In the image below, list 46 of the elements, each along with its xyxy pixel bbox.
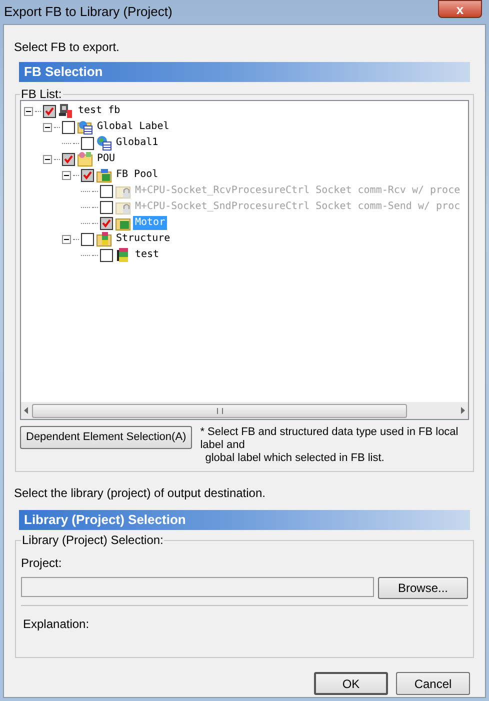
tree-item[interactable]: Global1 — [114, 136, 160, 150]
tree-item[interactable]: Global Label — [95, 120, 172, 134]
instruction-text: Select the library (project) of output destination. — [13, 485, 266, 502]
collapse-toggle[interactable] — [62, 234, 71, 244]
note-text: global label which selected in FB list. — [204, 452, 386, 465]
collapse-toggle[interactable] — [24, 106, 33, 116]
checkbox[interactable] — [62, 152, 75, 166]
tree-item[interactable]: FB Pool — [114, 168, 160, 182]
checkbox[interactable] — [100, 248, 113, 262]
checkbox[interactable] — [81, 232, 94, 246]
tree-item[interactable]: test — [133, 248, 162, 262]
group-label: FB List: — [20, 88, 63, 100]
instruction-text: Select FB to export. — [13, 39, 120, 56]
section-header: FB Selection — [19, 62, 470, 82]
section-header: Library (Project) Selection — [19, 510, 470, 530]
window-title: Export FB to Library (Project) — [4, 3, 172, 22]
project-field[interactable] — [21, 577, 374, 597]
checkbox[interactable] — [81, 136, 94, 150]
horizontal-scrollbar[interactable] — [21, 402, 468, 419]
scroll-right-icon[interactable] — [461, 407, 465, 414]
computer-icon — [58, 103, 74, 119]
browse-button[interactable]: Browse... — [378, 577, 468, 599]
group-label: Library (Project) Selection: — [21, 534, 164, 546]
ok-button[interactable]: OK — [314, 672, 388, 695]
folder-block-icon — [96, 167, 112, 183]
tree-item[interactable]: test fb — [76, 104, 122, 118]
tree-item[interactable]: POU — [95, 152, 118, 166]
close-button[interactable]: x — [438, 0, 482, 18]
field-label: Explanation: — [22, 616, 90, 633]
checkbox[interactable] — [62, 120, 75, 134]
checkbox[interactable] — [81, 168, 94, 182]
cancel-button[interactable]: Cancel — [396, 672, 470, 695]
folder-globe-icon — [77, 119, 93, 135]
folder-stack-icon — [96, 231, 112, 247]
scroll-left-icon[interactable] — [24, 407, 28, 414]
globe-table-icon — [96, 135, 112, 151]
tree-item[interactable]: Structure — [114, 232, 172, 246]
checkbox[interactable] — [100, 216, 113, 230]
folder-icon — [77, 151, 93, 167]
field-label: Project: — [21, 555, 63, 572]
collapse-toggle[interactable] — [62, 170, 71, 180]
dependent-selection-button[interactable]: Dependent Element Selection(A) — [20, 426, 192, 449]
checkbox[interactable] — [43, 104, 56, 118]
collapse-toggle[interactable] — [43, 122, 52, 132]
stack-icon — [115, 247, 131, 263]
collapse-toggle[interactable] — [43, 154, 52, 164]
